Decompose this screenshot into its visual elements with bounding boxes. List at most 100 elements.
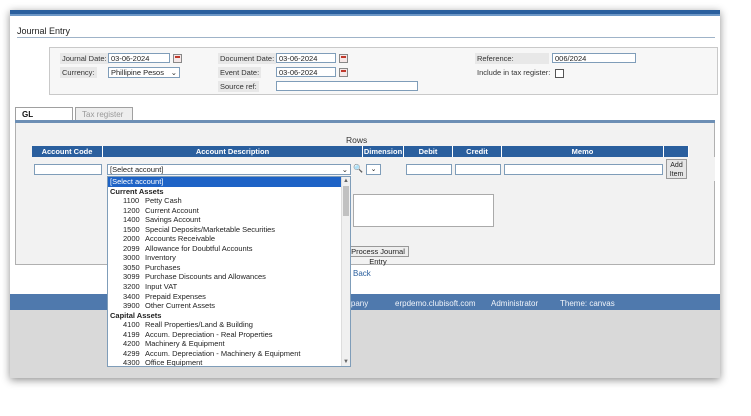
dropdown-item-code: 4299 (123, 348, 140, 358)
memo-input[interactable] (504, 164, 663, 175)
calendar-icon[interactable] (173, 54, 182, 63)
footer-theme: Theme: canvas (560, 299, 615, 308)
dropdown-item-label: Inventory (145, 253, 176, 263)
reference-input[interactable]: 006/2024 (552, 53, 636, 63)
arrow-down-icon[interactable]: ▼ (343, 359, 349, 365)
dropdown-item-label: Input VAT (145, 282, 178, 292)
dropdown-item-code: 1500 (123, 224, 140, 234)
dropdown-item-code: 1400 (123, 215, 140, 225)
account-code-input[interactable] (34, 164, 102, 175)
dropdown-item-code: 1100 (123, 196, 140, 206)
dropdown-group-header: Capital Assets (108, 311, 350, 321)
dropdown-option[interactable]: 4299 Accum. Depreciation - Machinery & Eq… (108, 349, 350, 359)
dropdown-item-code: 3200 (123, 282, 140, 292)
dropdown-item-label: Current Assets (110, 186, 164, 196)
reference-label: Reference: (475, 53, 549, 64)
tab-gl-postings[interactable]: GL postings (15, 107, 73, 132)
dropdown-item-label: Accum. Depreciation - Real Properties (145, 329, 273, 339)
dropdown-group-header: Current Assets (108, 187, 350, 197)
document-date-input[interactable]: 03-06-2024 (276, 53, 336, 63)
calendar-icon[interactable] (339, 68, 348, 77)
dropdown-item-code: 3099 (123, 272, 140, 282)
journal-date-input[interactable]: 03-06-2024 (108, 53, 170, 63)
source-ref-label: Source ref: (218, 81, 259, 92)
page-title: Journal Entry (17, 26, 71, 36)
dropdown-item-label: Accum. Depreciation - Machinery & Equipm… (145, 348, 301, 358)
top-bar (10, 10, 720, 16)
dropdown-item-label: Other Current Assets (145, 301, 216, 311)
dropdown-item-label: [Select account] (110, 177, 164, 186)
add-item-button[interactable]: Add Item (666, 159, 687, 179)
account-select[interactable]: [Select account] ⌄ (107, 164, 351, 175)
dropdown-item-code: 4300 (123, 358, 140, 367)
dropdown-option[interactable]: 3200 Input VAT (108, 282, 350, 292)
dropdown-option[interactable]: 3400 Prepaid Expenses (108, 292, 350, 302)
scrollbar[interactable]: ▲ ▼ (341, 177, 350, 366)
debit-input[interactable] (406, 164, 452, 175)
chevron-down-icon: ⌄ (370, 166, 377, 173)
dropdown-option[interactable]: 4100 Reall Properties/Land & Building (108, 320, 350, 330)
app-window: Journal Entry Journal Date: 03-06-2024 C… (10, 10, 720, 378)
event-date-label: Event Date: (218, 67, 262, 78)
dropdown-item-label: Reall Properties/Land & Building (145, 320, 253, 330)
dropdown-item-label: Capital Assets (110, 310, 162, 320)
dropdown-option[interactable]: 4200 Machinery & Equipment (108, 339, 350, 349)
dropdown-item-code: 1200 (123, 205, 140, 215)
column-account-code: Account Code (32, 146, 103, 157)
column-actions (664, 146, 689, 157)
dropdown-option[interactable]: 2000 Accounts Receivable (108, 234, 350, 244)
search-icon[interactable]: 🔍 (353, 164, 363, 173)
event-date-input[interactable]: 03-06-2024 (276, 67, 336, 77)
source-ref-input[interactable] (276, 81, 418, 91)
dropdown-option[interactable]: 4300 Office Equipment (108, 358, 350, 367)
account-dropdown-list[interactable]: [Select account] Current Assets 1100 Petty … (107, 176, 351, 367)
title-divider (17, 37, 715, 38)
dropdown-option[interactable]: 4199 Accum. Depreciation - Real Propertie… (108, 330, 350, 340)
document-date-label: Document Date: (218, 53, 277, 64)
dropdown-item-code: 3050 (123, 262, 140, 272)
dropdown-option[interactable]: 1200 Current Account (108, 206, 350, 216)
dropdown-item-label: Savings Account (145, 215, 201, 225)
dropdown-option[interactable]: 1100 Petty Cash (108, 196, 350, 206)
currency-label: Currency: (60, 67, 97, 78)
tax-register-checkbox[interactable] (555, 69, 564, 78)
tab-tax-register[interactable]: Tax register (75, 107, 133, 121)
currency-select[interactable]: Phillipine Pesos ⌄ (108, 67, 180, 78)
column-memo: Memo (502, 146, 664, 157)
dropdown-item-code: 4199 (123, 329, 140, 339)
dropdown-option[interactable]: 3900 Other Current Assets (108, 301, 350, 311)
column-dimension: Dimension (363, 146, 404, 157)
dropdown-option[interactable]: 3000 Inventory (108, 253, 350, 263)
dropdown-item-code: 4100 (123, 320, 140, 330)
memo-textarea[interactable] (353, 194, 494, 227)
dropdown-item-label: Purchase Discounts and Allowances (145, 272, 266, 282)
dropdown-item-label: Machinery & Equipment (145, 339, 225, 349)
dropdown-option[interactable]: 3099 Purchase Discounts and Allowances (108, 272, 350, 282)
dropdown-option[interactable]: 2099 Allowance for Doubtful Accounts (108, 244, 350, 254)
tax-register-label: Include in tax register: (477, 68, 551, 77)
dropdown-option[interactable]: 3050 Purchases (108, 263, 350, 273)
process-journal-entry-button[interactable]: Process Journal Entry (347, 246, 409, 266)
column-account-description: Account Description (103, 146, 363, 157)
back-link[interactable]: Back (353, 269, 371, 278)
dropdown-item-label: Office Equipment (145, 358, 203, 367)
rows-title: Rows (346, 135, 368, 145)
dropdown-item-label: Special Deposits/Marketable Securities (145, 224, 276, 234)
dropdown-option[interactable]: 1400 Savings Account (108, 215, 350, 225)
dropdown-option[interactable]: [Select account] (108, 177, 350, 187)
chevron-down-icon: ⌄ (341, 165, 348, 174)
dropdown-item-label: Current Account (145, 205, 199, 215)
arrow-up-icon[interactable]: ▲ (343, 178, 349, 184)
dropdown-item-code: 3400 (123, 291, 140, 301)
footer-user: Administrator (491, 299, 539, 308)
dropdown-option[interactable]: 1500 Special Deposits/Marketable Securiti… (108, 225, 350, 235)
calendar-icon[interactable] (339, 54, 348, 63)
footer-host[interactable]: erpdemo.clubisoft.com (395, 299, 475, 308)
scroll-thumb[interactable] (343, 186, 349, 216)
dropdown-item-code: 3000 (123, 253, 140, 263)
column-credit: Credit (453, 146, 502, 157)
credit-input[interactable] (455, 164, 501, 175)
dropdown-item-code: 4200 (123, 339, 140, 349)
dimension-select[interactable]: ⌄ (366, 164, 381, 175)
dropdown-item-code: 3900 (123, 301, 140, 311)
